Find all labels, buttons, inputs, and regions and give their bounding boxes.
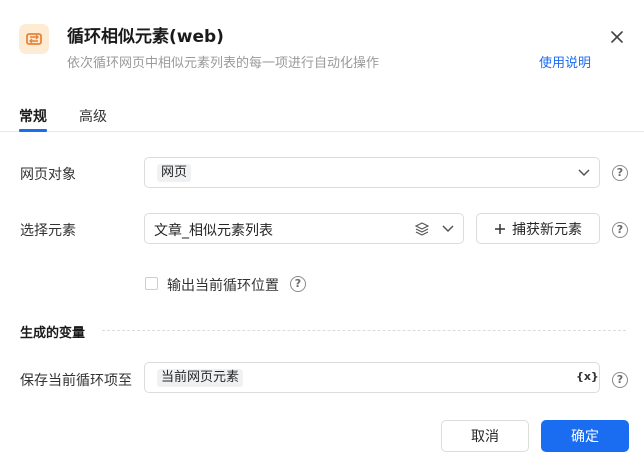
save-item-label: 保存当前循环项至 [20,373,132,389]
capture-element-label: 捕获新元素 [512,221,582,238]
section-title-variables: 生成的变量 [20,326,86,341]
capture-element-button[interactable]: 捕获新元素 [476,213,600,244]
dialog-subtitle: 依次循环网页中相似元素列表的每一项进行自动化操作 [67,56,380,71]
chevron-down-icon [577,166,591,180]
element-layers-icon[interactable] [415,222,429,236]
tab-advanced[interactable]: 高级 [79,106,107,126]
select-element-value: 文章_相似元素列表 [154,223,273,239]
ok-button[interactable]: 确定 [541,420,629,452]
select-element-field[interactable]: 文章_相似元素列表 [144,213,464,244]
loop-icon [19,24,49,54]
help-question-icon[interactable]: ? [612,165,628,181]
page-object-select[interactable]: 网页 [144,157,600,188]
tab-general[interactable]: 常规 [19,106,47,126]
select-element-label: 选择元素 [20,223,76,239]
plus-icon [495,223,505,234]
dialog-title: 循环相似元素(web) [67,27,224,47]
help-link[interactable]: 使用说明 [539,52,591,71]
page-object-label: 网页对象 [20,167,76,183]
page-object-tag: 网页 [157,164,192,182]
section-divider [102,330,626,331]
cancel-button[interactable]: 取消 [441,420,529,452]
variable-icon[interactable]: {x} [576,370,599,383]
tab-bar: 常规 高级 [0,100,644,132]
output-position-label: 输出当前循环位置 [167,278,279,294]
chevron-down-icon[interactable] [441,222,455,236]
help-question-icon[interactable]: ? [612,222,628,238]
output-position-checkbox[interactable] [145,277,158,290]
help-question-icon[interactable]: ? [612,372,628,388]
close-icon[interactable] [608,28,626,46]
tab-active-indicator [19,129,47,132]
save-item-field[interactable]: 当前网页元素 [144,362,600,393]
save-item-tag: 当前网页元素 [157,369,244,387]
help-question-icon[interactable]: ? [290,276,306,292]
